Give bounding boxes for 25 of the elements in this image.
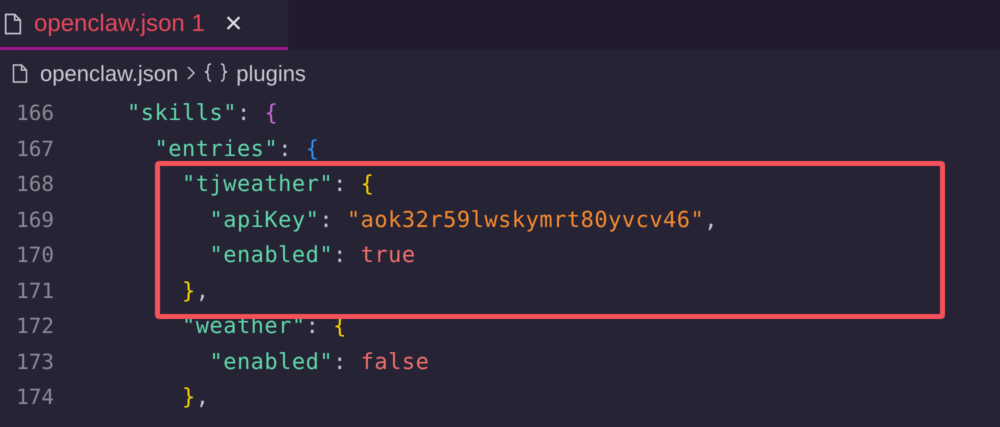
close-icon[interactable]: × xyxy=(224,8,242,38)
file-icon xyxy=(12,62,28,84)
code-line: "skills": { xyxy=(126,100,278,128)
code-line: }, xyxy=(180,384,210,412)
editor-tab[interactable]: openclaw.json 1 × xyxy=(0,0,288,50)
line-number: 166 xyxy=(15,100,54,127)
line-number: 167 xyxy=(15,136,54,162)
breadcrumb-item[interactable]: plugins xyxy=(236,56,306,90)
chevron-icon xyxy=(186,65,196,81)
line-number: 169 xyxy=(15,206,54,234)
braces-icon xyxy=(204,63,228,83)
code-line: }, xyxy=(180,278,210,306)
code-line: "enabled": false xyxy=(208,348,430,377)
code-line: "entries": { xyxy=(153,136,320,164)
file-icon xyxy=(4,12,22,36)
line-number: 173 xyxy=(15,348,54,376)
code-line: "enabled": true xyxy=(208,242,416,270)
line-number: 172 xyxy=(15,313,54,340)
line-number: 171 xyxy=(15,278,54,304)
line-number: 168 xyxy=(15,171,54,198)
code-line: "tjweather": { xyxy=(180,171,374,200)
line-number: 174 xyxy=(15,384,54,411)
line-number: 170 xyxy=(15,242,54,269)
breadcrumb-item[interactable]: openclaw.json xyxy=(40,56,178,90)
code-line: "apiKey": "aok32r59lwskymrt80yvcv46", xyxy=(208,206,718,235)
